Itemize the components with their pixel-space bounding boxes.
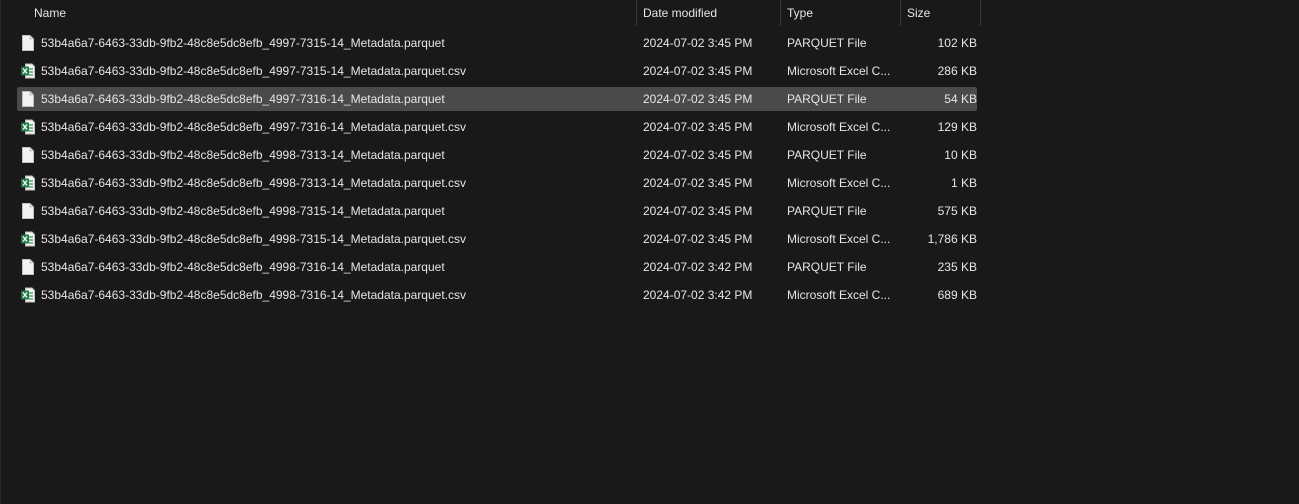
file-date-modified: 2024-07-02 3:45 PM (643, 232, 753, 246)
file-name-cell[interactable]: 53b4a6a7-6463-33db-9fb2-48c8e5dc8efb_499… (17, 255, 637, 279)
file-date-modified: 2024-07-02 3:42 PM (643, 260, 753, 274)
file-name: 53b4a6a7-6463-33db-9fb2-48c8e5dc8efb_499… (41, 232, 466, 246)
file-type: Microsoft Excel C... (787, 120, 891, 134)
file-row[interactable]: 53b4a6a7-6463-33db-9fb2-48c8e5dc8efb_499… (17, 199, 977, 223)
column-header-date-label: Date modified (643, 6, 718, 20)
file-row[interactable]: 53b4a6a7-6463-33db-9fb2-48c8e5dc8efb_499… (17, 171, 977, 195)
file-type: PARQUET File (787, 148, 867, 162)
file-type: Microsoft Excel C... (787, 232, 891, 246)
excel-icon (21, 63, 35, 79)
file-row[interactable]: 53b4a6a7-6463-33db-9fb2-48c8e5dc8efb_499… (17, 87, 977, 111)
excel-icon (21, 175, 35, 191)
file-type: Microsoft Excel C... (787, 288, 891, 302)
file-name-cell[interactable]: 53b4a6a7-6463-33db-9fb2-48c8e5dc8efb_499… (17, 283, 637, 307)
file-type: PARQUET File (787, 260, 867, 274)
file-name: 53b4a6a7-6463-33db-9fb2-48c8e5dc8efb_499… (41, 288, 466, 302)
file-row[interactable]: 53b4a6a7-6463-33db-9fb2-48c8e5dc8efb_499… (17, 115, 977, 139)
file-icon (21, 91, 35, 107)
file-name-cell[interactable]: 53b4a6a7-6463-33db-9fb2-48c8e5dc8efb_499… (17, 143, 637, 167)
file-name-cell[interactable]: 53b4a6a7-6463-33db-9fb2-48c8e5dc8efb_499… (17, 87, 637, 111)
file-date-modified: 2024-07-02 3:45 PM (643, 176, 753, 190)
file-size: 129 KB (937, 120, 977, 134)
file-size: 1 KB (950, 176, 977, 190)
file-name-cell[interactable]: 53b4a6a7-6463-33db-9fb2-48c8e5dc8efb_499… (17, 115, 637, 139)
file-type: Microsoft Excel C... (787, 64, 891, 78)
file-icon (21, 147, 35, 163)
file-name: 53b4a6a7-6463-33db-9fb2-48c8e5dc8efb_499… (41, 120, 466, 134)
file-name-cell[interactable]: 53b4a6a7-6463-33db-9fb2-48c8e5dc8efb_499… (17, 199, 637, 223)
file-size: 575 KB (937, 204, 977, 218)
file-date-modified: 2024-07-02 3:45 PM (643, 92, 753, 106)
file-icon (21, 203, 35, 219)
file-icon (21, 35, 35, 51)
column-header-bar: ^ Name Date modified Type Size (17, 0, 981, 26)
file-name: 53b4a6a7-6463-33db-9fb2-48c8e5dc8efb_499… (41, 260, 445, 274)
file-row[interactable]: 53b4a6a7-6463-33db-9fb2-48c8e5dc8efb_499… (17, 31, 977, 55)
file-date-modified: 2024-07-02 3:45 PM (643, 120, 753, 134)
file-row[interactable]: 53b4a6a7-6463-33db-9fb2-48c8e5dc8efb_499… (17, 227, 977, 251)
file-list-pane: ^ Name Date modified Type Size 53b4a6a7-… (0, 0, 1299, 504)
file-date-modified: 2024-07-02 3:45 PM (643, 204, 753, 218)
excel-icon (21, 119, 35, 135)
file-row[interactable]: 53b4a6a7-6463-33db-9fb2-48c8e5dc8efb_499… (17, 255, 977, 279)
file-name: 53b4a6a7-6463-33db-9fb2-48c8e5dc8efb_499… (41, 36, 445, 50)
file-size: 10 KB (944, 148, 977, 162)
column-header-date-modified[interactable]: Date modified (637, 0, 781, 26)
file-name: 53b4a6a7-6463-33db-9fb2-48c8e5dc8efb_499… (41, 176, 466, 190)
file-size: 235 KB (937, 260, 977, 274)
file-name: 53b4a6a7-6463-33db-9fb2-48c8e5dc8efb_499… (41, 204, 445, 218)
file-name-cell[interactable]: 53b4a6a7-6463-33db-9fb2-48c8e5dc8efb_499… (17, 227, 637, 251)
file-row[interactable]: 53b4a6a7-6463-33db-9fb2-48c8e5dc8efb_499… (17, 143, 977, 167)
file-date-modified: 2024-07-02 3:45 PM (643, 64, 753, 78)
file-rows: 53b4a6a7-6463-33db-9fb2-48c8e5dc8efb_499… (17, 31, 977, 311)
excel-icon (21, 287, 35, 303)
file-type: PARQUET File (787, 36, 867, 50)
file-date-modified: 2024-07-02 3:45 PM (643, 148, 753, 162)
column-header-name[interactable]: ^ Name (17, 0, 637, 26)
file-size: 689 KB (937, 288, 977, 302)
column-header-size[interactable]: Size (901, 0, 981, 26)
file-row[interactable]: 53b4a6a7-6463-33db-9fb2-48c8e5dc8efb_499… (17, 59, 977, 83)
file-row[interactable]: 53b4a6a7-6463-33db-9fb2-48c8e5dc8efb_499… (17, 283, 977, 307)
column-header-name-label: Name (34, 6, 67, 20)
file-size: 286 KB (937, 64, 977, 78)
file-type: PARQUET File (787, 204, 867, 218)
file-name: 53b4a6a7-6463-33db-9fb2-48c8e5dc8efb_499… (41, 92, 445, 106)
file-date-modified: 2024-07-02 3:42 PM (643, 288, 753, 302)
file-name-cell[interactable]: 53b4a6a7-6463-33db-9fb2-48c8e5dc8efb_499… (17, 171, 637, 195)
file-type: Microsoft Excel C... (787, 176, 891, 190)
file-icon (21, 259, 35, 275)
column-header-size-label: Size (907, 6, 931, 20)
file-name-cell[interactable]: 53b4a6a7-6463-33db-9fb2-48c8e5dc8efb_499… (17, 59, 637, 83)
excel-icon (21, 231, 35, 247)
column-header-type[interactable]: Type (781, 0, 901, 26)
file-name-cell[interactable]: 53b4a6a7-6463-33db-9fb2-48c8e5dc8efb_499… (17, 31, 637, 55)
file-date-modified: 2024-07-02 3:45 PM (643, 36, 753, 50)
file-name: 53b4a6a7-6463-33db-9fb2-48c8e5dc8efb_499… (41, 148, 445, 162)
file-size: 102 KB (937, 36, 977, 50)
file-type: PARQUET File (787, 92, 867, 106)
file-size: 1,786 KB (927, 232, 977, 246)
file-size: 54 KB (944, 92, 977, 106)
file-name: 53b4a6a7-6463-33db-9fb2-48c8e5dc8efb_499… (41, 64, 466, 78)
column-header-type-label: Type (787, 6, 814, 20)
sort-ascending-icon: ^ (325, 0, 330, 6)
